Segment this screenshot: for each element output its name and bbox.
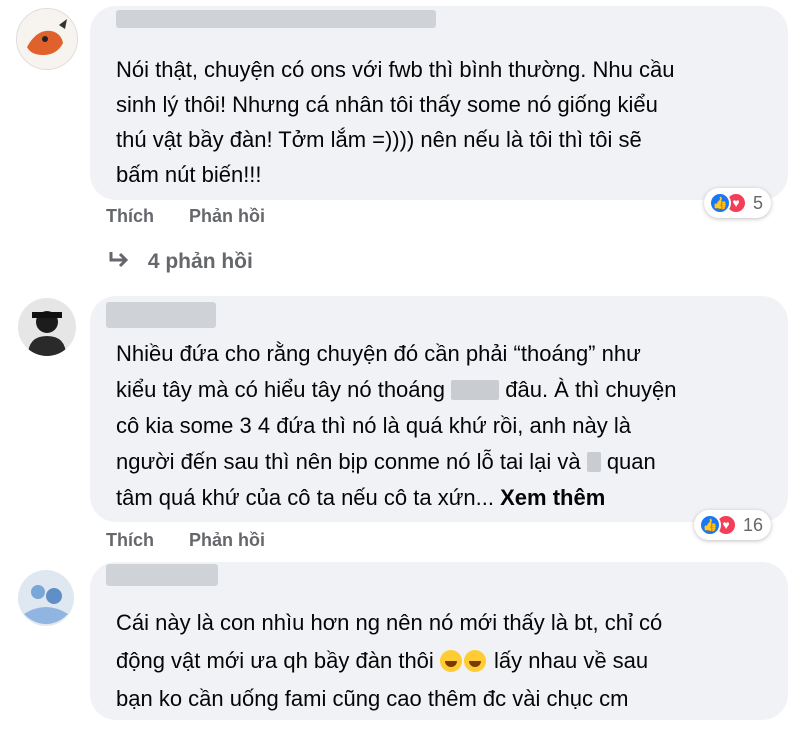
reply-arrow-icon: [108, 250, 130, 274]
comment-line: cô kia some 3 4 đứa thì nó là quá khứ rồ…: [116, 413, 631, 438]
comment-line: bạn ko cần uống fami cũng cao thêm đc và…: [116, 686, 629, 711]
like-button[interactable]: Thích: [106, 206, 154, 226]
comment-segment: động vật mới ưa qh bầy đàn thôi: [116, 648, 434, 673]
comment-segment: kiểu tây mà có hiểu tây nó thoáng: [116, 377, 445, 402]
comment-line: kiểu tây mà có hiểu tây nó thoáng đâu. À…: [116, 372, 676, 408]
avatar-image: [17, 9, 77, 69]
reply-button[interactable]: Phản hồi: [189, 206, 265, 226]
grinning-sweat-emoji: [463, 650, 486, 672]
comment-segment: lấy nhau về sau: [494, 648, 649, 673]
comment-line: động vật mới ưa qh bầy đàn thôi lấy nhau…: [116, 642, 662, 680]
comment-segment: đâu. À thì chuyện: [505, 377, 677, 402]
reaction-summary[interactable]: 👍 ♥ 16: [694, 510, 772, 540]
censored-word: [451, 380, 500, 400]
avatar[interactable]: [18, 570, 74, 626]
commenter-name-redacted: [106, 302, 216, 328]
comment-text: Nói thật, chuyện có ons với fwb thì bình…: [116, 52, 674, 192]
comment-line: bấm nút biến!!!: [116, 162, 262, 187]
comment-line: thú vật bầy đàn! Tởm lắm =)))) nên nếu l…: [116, 127, 642, 152]
reply-button[interactable]: Phản hồi: [189, 530, 265, 550]
like-reaction-icon: 👍: [699, 514, 721, 536]
like-button[interactable]: Thích: [106, 530, 154, 550]
avatar[interactable]: [16, 8, 78, 70]
comment-segment: tâm quá khứ của cô ta nếu cô ta xứn...: [116, 485, 494, 510]
comment-line: Nói thật, chuyện có ons với fwb thì bình…: [116, 57, 675, 82]
avatar-image: [18, 298, 76, 356]
see-more-link[interactable]: Xem thêm: [500, 485, 605, 510]
comment-bubble: Nhiều đứa cho rằng chuyện đó cần phải “t…: [90, 296, 788, 522]
reaction-count: 16: [743, 514, 764, 535]
comment-segment: người đến sau thì nên bịp conme nó lỗ ta…: [116, 449, 581, 474]
comment-bubble: Nói thật, chuyện có ons với fwb thì bình…: [90, 6, 788, 200]
comment-line: Cái này là con nhìu hơn ng nên nó mới th…: [116, 610, 663, 635]
reaction-summary[interactable]: 👍 ♥ 5: [704, 188, 772, 218]
comment-text: Cái này là con nhìu hơn ng nên nó mới th…: [116, 604, 662, 718]
commenter-name-redacted: [106, 564, 218, 586]
avatar-image: [18, 570, 74, 626]
comment-line: Nhiều đứa cho rằng chuyện đó cần phải “t…: [116, 341, 641, 366]
rolling-laughing-emoji: [439, 650, 462, 672]
comment-segment: quan: [606, 449, 656, 474]
comment-actions: Thích Phản hồi: [106, 206, 295, 227]
view-replies-link[interactable]: 4 phản hồi: [108, 250, 253, 274]
comment-line: người đến sau thì nên bịp conme nó lỗ ta…: [116, 444, 676, 480]
comment-text: Nhiều đứa cho rằng chuyện đó cần phải “t…: [116, 336, 676, 516]
replies-count-label: 4 phản hồi: [147, 250, 253, 273]
comment-actions: Thích Phản hồi: [106, 530, 295, 551]
reaction-count: 5: [753, 192, 764, 213]
avatar[interactable]: [18, 298, 76, 356]
comment-bubble: Cái này là con nhìu hơn ng nên nó mới th…: [90, 562, 788, 720]
censored-word: [586, 452, 601, 472]
like-reaction-icon: 👍: [709, 192, 731, 214]
commenter-name-redacted: [116, 10, 436, 28]
comment-line: tâm quá khứ của cô ta nếu cô ta xứn... X…: [116, 480, 676, 516]
comment-line: sinh lý thôi! Nhưng cá nhân tôi thấy som…: [116, 92, 658, 117]
